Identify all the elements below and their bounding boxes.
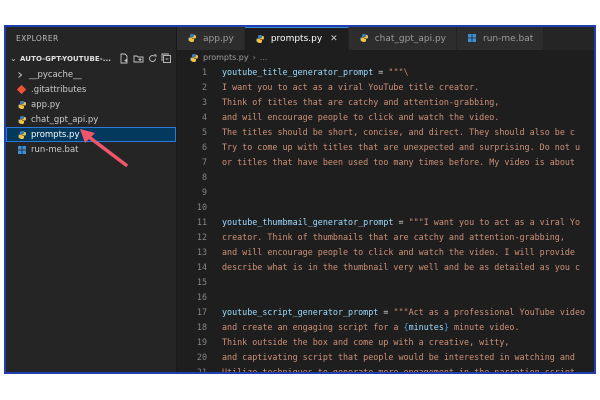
code-token: and create an engaging script for a [222,322,404,332]
python-icon [187,33,198,44]
code-token: """I want you to act as a viral Yo [408,217,581,227]
line-number: 12 [196,232,207,242]
git-icon [16,84,27,95]
windows-batch-icon [16,144,27,155]
explorer-sidebar: EXPLORER ⌄ AUTO-GPT-YOUTUBE-... __pycach… [6,27,177,372]
breadcrumb-tail[interactable]: ... [260,53,268,62]
code-token: I want you to act as a viral YouTube tit… [222,82,480,92]
code-line[interactable]: and will encourage people to click and w… [222,247,575,257]
line-number: 14 [196,262,207,272]
code-line[interactable]: youtube_title_generator_prompt = """\ [222,67,409,77]
python-icon [189,53,199,63]
line-number: 5 [201,127,207,137]
code-line[interactable]: and create an engaging script for a {min… [222,322,520,332]
code-token: and will encourage people to click and w… [222,112,500,122]
tree-item-pycache[interactable]: __pycache__ [6,67,176,82]
python-icon [16,129,27,140]
code-token: or titles that have been used too many t… [222,157,575,167]
chevron-down-icon: ⌄ [10,54,17,63]
code-line[interactable]: youtube_thumbmail_generator_prompt = """… [222,217,580,227]
code-line[interactable]: and captivating script that people would… [222,352,575,362]
tab-chat-gpt-api-py[interactable]: chat_gpt_api.py [348,27,457,50]
annotation-arrow-icon [80,129,128,167]
code-token: Utilize techniques to generate more enga… [222,367,575,374]
python-icon [359,33,370,44]
chevron-right-icon: › [252,53,256,62]
code-token: youtube_thumbmail_generator_prompt [222,217,394,227]
line-number: 21 [196,367,207,374]
line-number: 20 [196,352,207,362]
explorer-title: EXPLORER [16,34,59,43]
code-token: minutes [408,322,444,332]
new-folder-icon[interactable] [133,53,144,64]
code-token: and will encourage people to click and w… [222,247,575,257]
code-line[interactable]: or titles that have been used too many t… [222,157,575,167]
code-line[interactable]: and will encourage people to click and w… [222,112,499,122]
line-number: 17 [196,307,207,317]
line-number: 10 [196,202,207,212]
code-token: and captivating script that people would… [222,352,575,362]
code-line[interactable]: I want you to act as a viral YouTube tit… [222,82,479,92]
line-number: 3 [201,97,207,107]
line-number: 1 [201,67,207,77]
code-token: describe what is in the thumbnail very w… [222,262,580,272]
code-token: creator. Think of thumbnails that are ca… [222,232,565,242]
new-file-icon[interactable] [119,53,130,64]
breadcrumb-file[interactable]: prompts.py [203,53,249,62]
code-line[interactable]: youtube_script_generator_prompt = """Act… [222,307,585,317]
line-number: 16 [196,292,207,302]
line-number: 7 [201,157,207,167]
code-token: """\ [388,67,409,77]
breadcrumb[interactable]: prompts.py › ... [177,50,594,65]
line-number: 11 [196,217,207,227]
code-line[interactable]: creator. Think of thumbnails that are ca… [222,232,565,242]
windows-batch-icon [467,33,478,44]
code-line[interactable]: The titles should be short, concise, and… [222,127,575,137]
code-editor[interactable]: 1 youtube_title_generator_prompt = """\ 2 I… [177,65,594,372]
editor-tabs: app.py prompts.py ✕ chat_gpt_api.py run-… [177,27,594,50]
code-token: = [378,307,394,317]
code-token: = [373,67,389,77]
code-token: Think outside the box and come up with a… [222,337,510,347]
line-number: 6 [201,142,207,152]
tree-item-gitattributes[interactable]: .gitattributes [6,82,176,97]
line-number: 19 [196,337,207,347]
tab-prompts-py[interactable]: prompts.py ✕ [244,27,349,50]
explorer-actions [119,51,172,66]
vscode-window: EXPLORER ⌄ AUTO-GPT-YOUTUBE-... __pycach… [4,25,596,374]
code-token: minute video. [448,322,520,332]
code-token: youtube_title_generator_prompt [222,67,374,77]
tree-item-app-py[interactable]: app.py [6,97,176,112]
chevron-right-icon [14,69,25,80]
tab-app-py[interactable]: app.py [177,27,245,50]
code-line[interactable]: describe what is in the thumbnail very w… [222,262,580,272]
refresh-icon[interactable] [147,53,158,64]
code-token: = [393,217,409,227]
code-line[interactable]: Think of titles that are catchy and atte… [222,97,499,107]
code-line[interactable]: Think outside the box and come up with a… [222,337,509,347]
code-token: """Act as a professional YouTube video [393,307,586,317]
python-icon [255,34,266,45]
python-icon [16,99,27,110]
collapse-all-icon[interactable] [161,53,172,64]
line-number: 9 [201,187,207,197]
code-token: youtube_script_generator_prompt [222,307,379,317]
code-token: Try to come up with titles that are unex… [222,142,580,152]
python-icon [16,114,27,125]
close-icon[interactable]: ✕ [330,34,338,44]
code-line[interactable]: Utilize techniques to generate more enga… [222,367,575,374]
code-line[interactable]: Try to come up with titles that are unex… [222,142,580,152]
line-number: 8 [201,172,207,182]
line-number: 15 [196,277,207,287]
root-folder-label: AUTO-GPT-YOUTUBE-... [20,54,112,63]
explorer-root-folder[interactable]: ⌄ AUTO-GPT-YOUTUBE-... [6,51,176,66]
tab-run-me-bat[interactable]: run-me.bat [457,27,545,50]
line-number: 13 [196,247,207,257]
code-token: The titles should be short, concise, and… [222,127,575,137]
line-number: 4 [201,112,207,122]
line-number: 18 [196,322,207,332]
line-number: 2 [201,82,207,92]
code-token: Think of titles that are catchy and atte… [222,97,500,107]
